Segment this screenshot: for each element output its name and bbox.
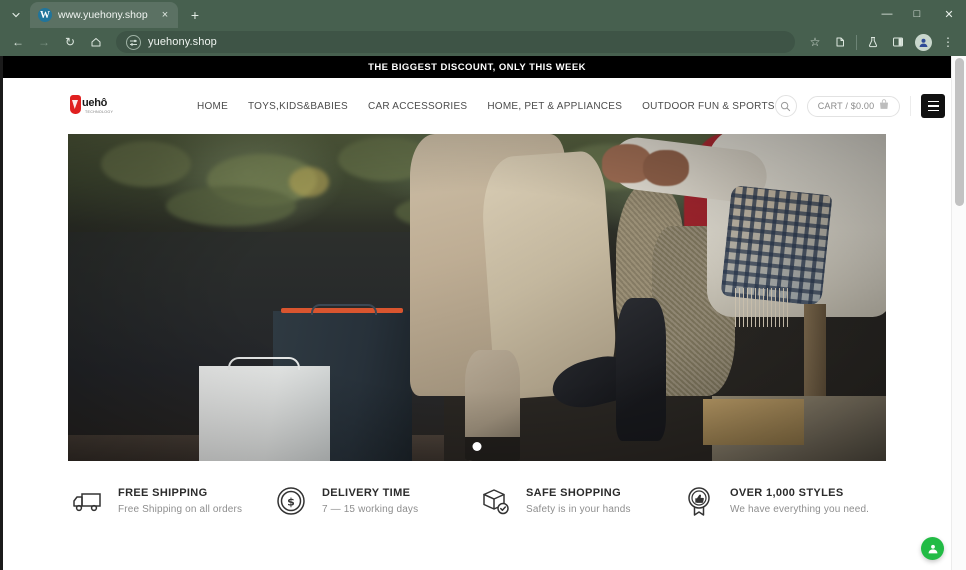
logo-subtext: TECHNOLOGY — [85, 110, 114, 114]
features-row: FREE SHIPPING Free Shipping on all order… — [3, 461, 951, 519]
reload-icon[interactable]: ↻ — [58, 30, 82, 54]
site-logo[interactable]: uehô TECHNOLOGY — [65, 91, 115, 121]
site-header: uehô TECHNOLOGY HOME TOYS,KIDS&BABIES CA… — [3, 78, 951, 134]
hero-section — [3, 134, 951, 461]
tab-search-button[interactable] — [4, 4, 28, 26]
back-icon[interactable]: ← — [6, 30, 30, 54]
feature-text: FREE SHIPPING Free Shipping on all order… — [118, 487, 242, 515]
feature-subtitle: Free Shipping on all orders — [118, 504, 243, 515]
carousel-dot-1[interactable] — [472, 442, 482, 451]
truck-icon — [69, 483, 105, 519]
browser-menu-icon[interactable]: ⋮ — [936, 30, 960, 54]
tab-title: www.yuehony.shop — [58, 9, 148, 21]
profile-avatar[interactable] — [911, 30, 935, 54]
feature-over-1000-styles: OVER 1,000 STYLES We have everything you… — [681, 483, 885, 519]
viewport-left-edge — [0, 56, 3, 570]
feature-subtitle: Safety is in your hands — [526, 504, 631, 515]
nav-item-home-pet-appliances[interactable]: HOME, PET & APPLIANCES — [487, 101, 622, 112]
thumbs-up-badge-icon — [681, 483, 717, 519]
scrollbar-thumb[interactable] — [955, 58, 964, 206]
burger-line — [927, 100, 939, 103]
feature-title: FREE SHIPPING — [118, 487, 208, 499]
feature-safe-shopping: SAFE SHOPPING Safety is in your hands — [477, 483, 681, 519]
burger-line — [927, 109, 939, 112]
new-tab-button[interactable]: + — [184, 4, 206, 26]
hero-vignette — [68, 134, 886, 461]
feature-text: SAFE SHOPPING Safety is in your hands — [526, 487, 631, 515]
feature-subtitle: We have everything you need. — [730, 504, 870, 515]
feature-delivery-time: $ DELIVERY TIME 7 — 15 working days — [273, 483, 477, 519]
feature-free-shipping: FREE SHIPPING Free Shipping on all order… — [69, 483, 273, 519]
header-actions: CART / $0.00 — [774, 94, 946, 118]
whatsapp-icon[interactable] — [921, 537, 944, 560]
address-bar[interactable]: yuehony.shop — [116, 31, 795, 53]
nav-item-toys-kids-babies[interactable]: TOYS,KIDS&BABIES — [248, 101, 348, 112]
feature-subtitle: 7 — 15 working days — [322, 504, 419, 515]
browser-window: W www.yuehony.shop × + — □ ✕ ← → ↻ yueho… — [0, 0, 966, 570]
close-window-icon[interactable]: ✕ — [932, 0, 966, 28]
announcement-text: THE BIGGEST DISCOUNT, ONLY THIS WEEK — [368, 61, 586, 73]
announcement-bar: THE BIGGEST DISCOUNT, ONLY THIS WEEK — [3, 56, 951, 78]
toolbar-actions: ☆ ⋮ — [803, 30, 960, 54]
feature-title: SAFE SHOPPING — [526, 487, 622, 499]
main-navigation: HOME TOYS,KIDS&BABIES CAR ACCESSORIES HO… — [197, 101, 775, 112]
page-scrollbar[interactable] — [951, 56, 966, 570]
bookmark-star-icon[interactable]: ☆ — [803, 30, 827, 54]
header-divider — [910, 96, 912, 116]
extensions-icon[interactable] — [828, 30, 852, 54]
logo-mark-icon — [70, 95, 81, 114]
toolbar-divider — [856, 34, 857, 50]
window-controls: — □ ✕ — [872, 0, 966, 28]
nav-item-car-accessories[interactable]: CAR ACCESSORIES — [368, 101, 467, 112]
forward-icon[interactable]: → — [32, 30, 56, 54]
tune-icon[interactable] — [126, 34, 141, 50]
tab-strip: W www.yuehony.shop × + — □ ✕ — [0, 0, 966, 28]
minimize-icon[interactable]: — — [872, 0, 902, 28]
maximize-icon[interactable]: □ — [902, 0, 932, 28]
feature-text: OVER 1,000 STYLES We have everything you… — [730, 487, 869, 515]
cart-button[interactable]: CART / $0.00 — [806, 95, 901, 117]
close-icon[interactable]: × — [158, 8, 172, 22]
wordpress-icon: W — [38, 8, 52, 22]
flask-icon[interactable] — [861, 30, 885, 54]
search-icon[interactable] — [774, 95, 797, 117]
web-page: THE BIGGEST DISCOUNT, ONLY THIS WEEK ueh… — [3, 56, 951, 570]
logo-text: uehô — [82, 97, 108, 109]
burger-line — [927, 105, 939, 107]
feature-text: DELIVERY TIME 7 — 15 working days — [322, 487, 418, 515]
hero-carousel[interactable] — [68, 134, 886, 461]
feature-title: DELIVERY TIME — [322, 487, 411, 499]
coin-dollar-icon: $ — [273, 483, 309, 519]
package-check-icon — [477, 483, 513, 519]
feature-title: OVER 1,000 STYLES — [730, 487, 844, 499]
svg-text:$: $ — [287, 496, 295, 509]
browser-toolbar: ← → ↻ yuehony.shop ☆ ⋮ — [0, 28, 966, 56]
browser-tab[interactable]: W www.yuehony.shop × — [30, 2, 178, 28]
nav-item-home[interactable]: HOME — [197, 101, 228, 112]
hamburger-icon[interactable] — [921, 94, 946, 118]
avatar — [914, 33, 932, 51]
cart-icon — [879, 97, 889, 115]
side-panel-icon[interactable] — [886, 30, 910, 54]
url-text: yuehony.shop — [148, 36, 217, 48]
home-icon[interactable] — [84, 30, 108, 54]
page-viewport: THE BIGGEST DISCOUNT, ONLY THIS WEEK ueh… — [0, 56, 966, 570]
nav-item-outdoor-fun-sports[interactable]: OUTDOOR FUN & SPORTS — [642, 101, 775, 112]
cart-label: CART / $0.00 — [817, 101, 875, 111]
